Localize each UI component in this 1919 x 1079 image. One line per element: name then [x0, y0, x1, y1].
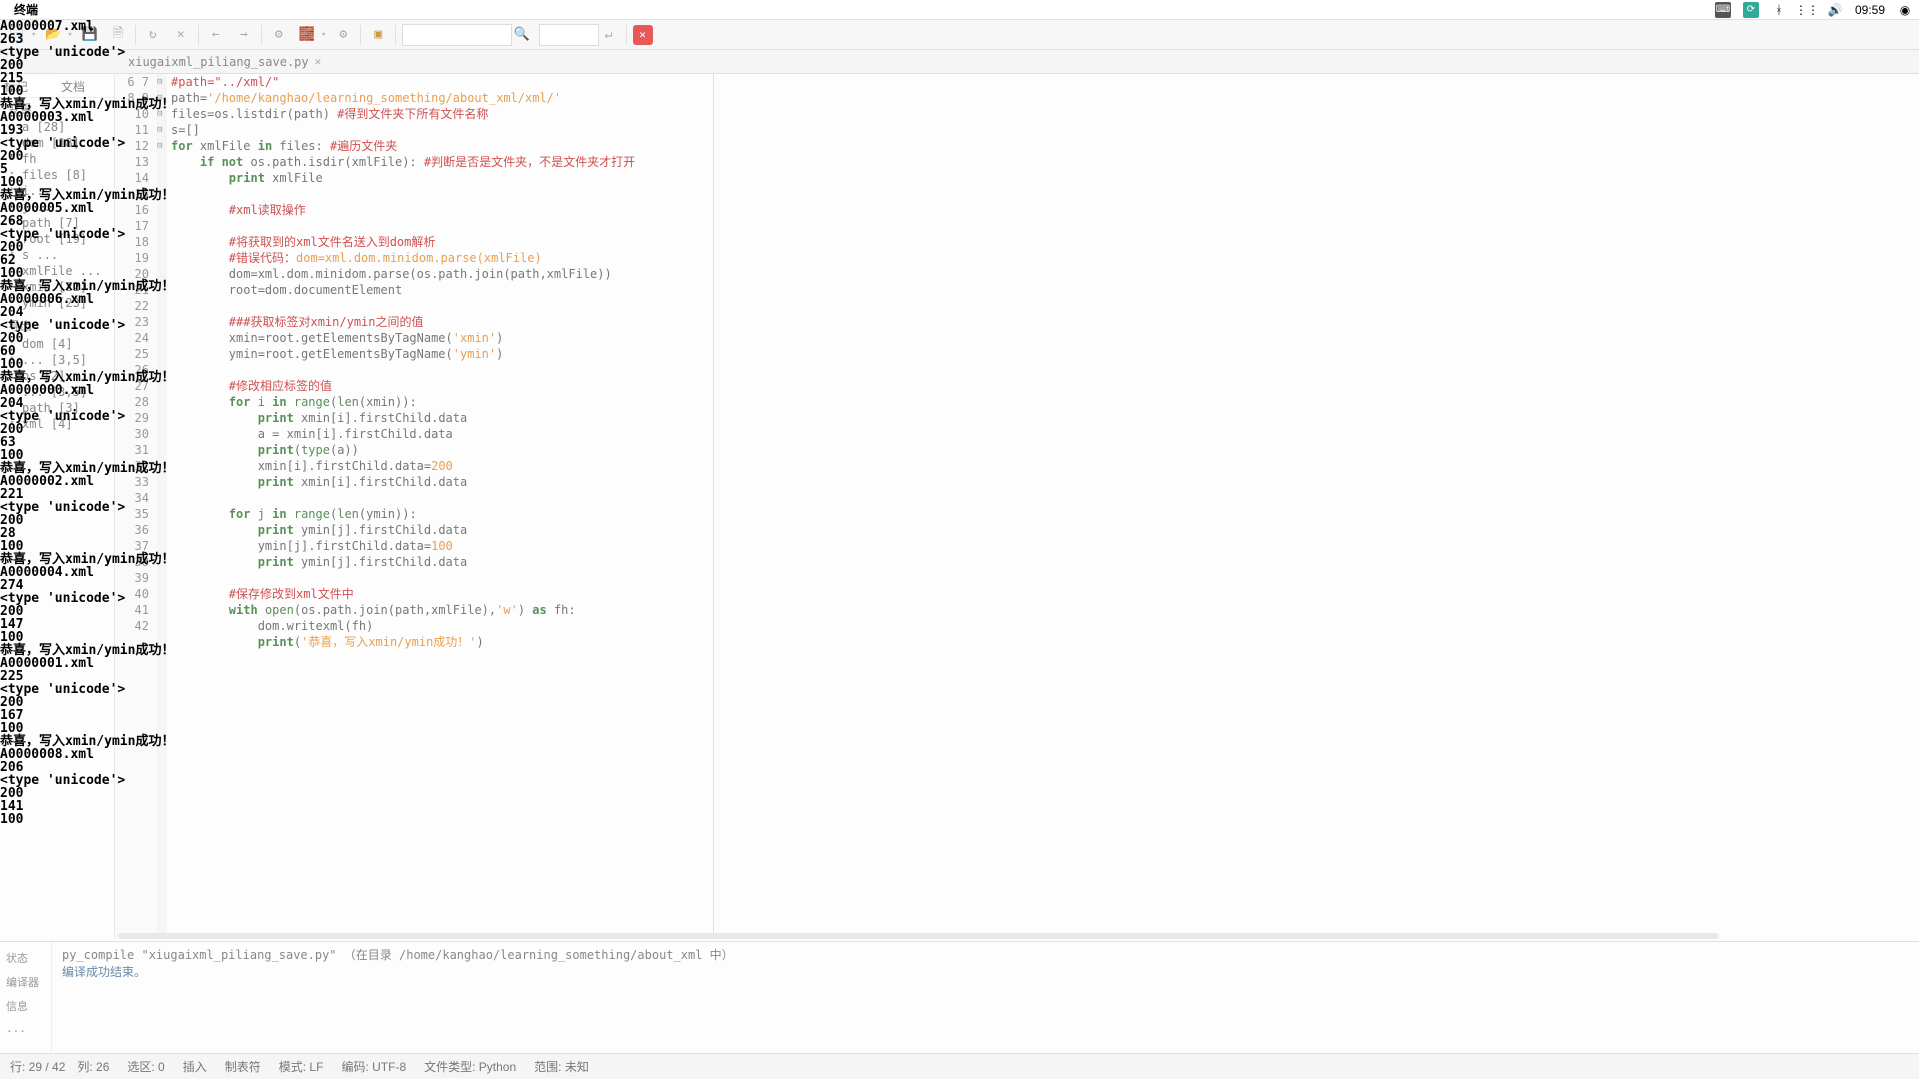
app-menu[interactable]: 终端 — [14, 1, 38, 18]
wifi-icon[interactable]: ⋮⋮ — [1799, 2, 1815, 18]
separator — [626, 25, 627, 45]
fold-gutter: ⊟ ⊟ ⊟ ⊟ ⊟ — [157, 74, 167, 939]
color-button[interactable]: ▣ — [367, 24, 389, 46]
tree-item[interactable]: ... [3,5] — [0, 384, 114, 400]
separator — [360, 25, 361, 45]
horizontal-scrollbar[interactable] — [118, 933, 1719, 939]
run-button[interactable]: ⚙ — [332, 24, 354, 46]
sidebar-section-vars: 变量 — [0, 98, 114, 119]
volume-icon[interactable]: 🔊 — [1827, 2, 1843, 18]
compile-result: 编译成功结束。 — [62, 963, 1913, 980]
status-scope: 范围: 未知 — [534, 1058, 589, 1075]
tree-item[interactable]: xml [4] — [0, 416, 114, 432]
sidebar-tab-docs[interactable]: 文档 — [57, 76, 114, 97]
clock[interactable]: 09:59 — [1855, 3, 1885, 17]
tree-item[interactable]: path [7] — [0, 215, 114, 231]
reload-button[interactable]: ↻ — [142, 24, 164, 46]
tree-item[interactable]: root [19] — [0, 231, 114, 247]
msgtab-more[interactable]: ... — [0, 1018, 51, 1039]
separator — [198, 25, 199, 45]
tree-item[interactable]: fh — [0, 151, 114, 167]
back-button[interactable]: ← — [205, 24, 227, 46]
message-panel: 状态 编译器 信息 ... py_compile "xiugaixml_pili… — [0, 941, 1919, 1053]
new-file-button[interactable]: 📄 — [6, 24, 28, 46]
status-tab: 制表符 — [225, 1058, 261, 1075]
editor-window: 📄▾ 📂▾ 💾 🗎 ↻ ✕ ← → ⚙ 🧱▾ ⚙ ▣ ⌫ 🔍 ⌫ ↵ ✕ xiu… — [0, 20, 1919, 1079]
siri-icon[interactable]: ◉ — [1897, 2, 1913, 18]
compile-command: py_compile "xiugaixml_piliang_save.py" （… — [62, 946, 1913, 963]
build-button[interactable]: 🧱 — [296, 24, 318, 46]
goto-button[interactable]: ↵ — [598, 24, 620, 46]
tree-item[interactable]: dom [18] — [0, 135, 114, 151]
tree-item[interactable]: path [3] — [0, 400, 114, 416]
code-text[interactable]: #path="../xml/" path='/home/kanghao/lear… — [167, 74, 1919, 939]
menubar: 终端 ⌨ ⟳ ᚼ ⋮⋮ 🔊 09:59 ◉ — [0, 0, 1919, 20]
save-all-button[interactable]: 🗎 — [107, 24, 129, 46]
sidebar-tab-symbols[interactable]: 标记 — [0, 76, 57, 97]
save-button[interactable]: 💾 — [79, 24, 101, 46]
status-filetype: 文件类型: Python — [424, 1058, 516, 1075]
tree-item[interactable]: j... — [0, 199, 114, 215]
tab-bar: xiugaixml_piliang_save.py ✕ — [0, 50, 1919, 74]
tree-item[interactable]: os [2] — [0, 368, 114, 384]
msgtab-compiler[interactable]: 编译器 — [0, 970, 51, 994]
close-icon[interactable]: ✕ — [315, 55, 322, 68]
separator — [261, 25, 262, 45]
code-area[interactable]: 6 7 8 9 10 11 12 13 14 15 16 17 18 19 20… — [115, 74, 1919, 939]
tree-item[interactable]: xmin [22] — [0, 279, 114, 295]
status-bar: 行: 29 / 42 列: 26 选区: 0 插入 制表符 模式: LF 编码:… — [0, 1053, 1919, 1079]
tree-item[interactable]: files [8] — [0, 167, 114, 183]
close-tab-button[interactable]: ✕ — [170, 24, 192, 46]
toolbar: 📄▾ 📂▾ 💾 🗎 ↻ ✕ ← → ⚙ 🧱▾ ⚙ ▣ ⌫ 🔍 ⌫ ↵ ✕ — [0, 20, 1919, 50]
tree-item[interactable]: xmlFile ... — [0, 263, 114, 279]
goto-input[interactable] — [539, 24, 599, 46]
file-tab[interactable]: xiugaixml_piliang_save.py ✕ — [120, 55, 329, 69]
bluetooth-icon[interactable]: ᚼ — [1771, 2, 1787, 18]
tray-icon-1[interactable]: ⌨ — [1715, 2, 1731, 18]
status-selection: 选区: 0 — [127, 1058, 164, 1075]
open-file-button[interactable]: 📂 — [42, 24, 64, 46]
quit-button[interactable]: ✕ — [633, 25, 653, 45]
status-encoding: 编码: UTF-8 — [341, 1058, 406, 1075]
forward-button[interactable]: → — [233, 24, 255, 46]
tree-item[interactable]: i... — [0, 183, 114, 199]
sidebar-section-export: 导出 — [0, 315, 114, 336]
status-mode: 模式: LF — [279, 1058, 324, 1075]
file-tab-label: xiugaixml_piliang_save.py — [128, 55, 309, 69]
status-line-col: 行: 29 / 42 列: 26 — [10, 1058, 109, 1075]
find-input[interactable] — [402, 24, 512, 46]
separator — [135, 25, 136, 45]
tree-item[interactable]: a [28] — [0, 119, 114, 135]
tree-item[interactable]: dom [4] — [0, 336, 114, 352]
msgtab-messages[interactable]: 信息 — [0, 994, 51, 1018]
line-gutter: 6 7 8 9 10 11 12 13 14 15 16 17 18 19 20… — [115, 74, 157, 939]
compile-button[interactable]: ⚙ — [268, 24, 290, 46]
separator — [395, 25, 396, 45]
find-button[interactable]: 🔍 — [511, 24, 533, 46]
tree-item[interactable]: ... [3,5] — [0, 352, 114, 368]
msgtab-status[interactable]: 状态 — [0, 946, 51, 970]
tray-icon-2[interactable]: ⟳ — [1743, 2, 1759, 18]
sidebar: 标记 文档 变量 a [28]dom [18]fhfiles [8]i...j.… — [0, 74, 115, 939]
tree-item[interactable]: s ... — [0, 247, 114, 263]
status-insert: 插入 — [183, 1058, 207, 1075]
tree-item[interactable]: ymin [23] — [0, 295, 114, 311]
